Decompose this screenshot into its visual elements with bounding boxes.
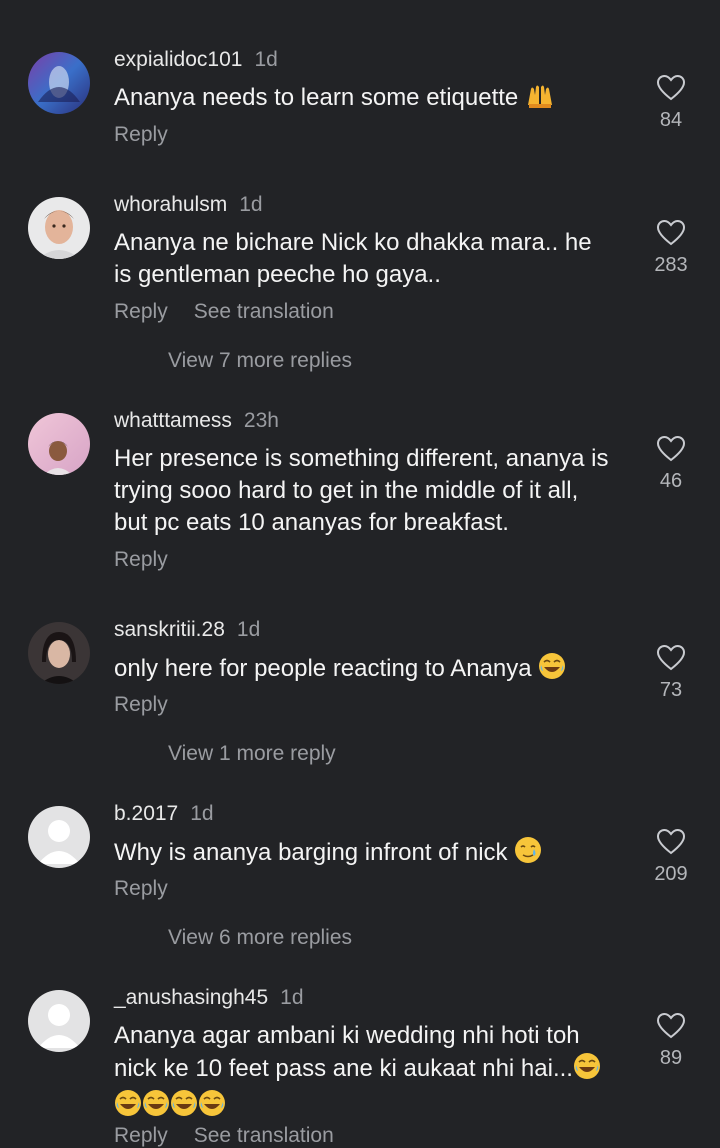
like-count: 84 <box>659 109 683 131</box>
heart-icon <box>656 644 686 671</box>
joy-emoji-icon <box>170 1089 198 1126</box>
username[interactable]: whorahulsm <box>114 193 227 216</box>
heart-icon <box>656 828 686 855</box>
joy-emoji-icon <box>198 1089 226 1126</box>
smiling-tear-emoji-icon <box>514 836 542 873</box>
comment-text: Why is ananya barging infront of nick <box>114 836 614 873</box>
like-button[interactable]: 73 <box>642 644 700 702</box>
comment-text: Her presence is something different, ana… <box>114 445 609 536</box>
see-translation-button[interactable]: See translation <box>194 1124 334 1147</box>
like-button[interactable]: 84 <box>642 74 700 132</box>
reply-button[interactable]: Reply <box>114 123 168 146</box>
joy-emoji-icon <box>142 1089 170 1126</box>
timestamp: 1d <box>239 193 263 216</box>
comment-text: Ananya ne bichare Nick ko dhakka mara.. … <box>114 229 592 288</box>
comment-text: Ananya agar ambani ki wedding nhi hoti t… <box>114 1020 614 1126</box>
avatar[interactable] <box>28 990 90 1052</box>
like-button[interactable]: 209 <box>642 828 700 886</box>
like-count: 283 <box>654 254 688 276</box>
avatar[interactable] <box>28 52 90 114</box>
reply-button[interactable]: Reply <box>114 877 168 900</box>
username[interactable]: _anushasingh45 <box>114 986 268 1009</box>
raised-hands-emoji-icon <box>525 83 555 118</box>
joy-emoji-icon <box>114 1089 142 1126</box>
view-more-replies-button[interactable]: View 1 more reply <box>168 742 336 766</box>
like-button[interactable]: 283 <box>642 219 700 277</box>
username[interactable]: whatttamess <box>114 409 232 432</box>
default-avatar-icon <box>28 990 90 1052</box>
timestamp: 23h <box>243 409 279 432</box>
avatar[interactable] <box>28 622 90 684</box>
timestamp: 1d <box>280 986 304 1009</box>
like-button[interactable]: 89 <box>642 1012 700 1070</box>
like-button[interactable]: 46 <box>642 435 700 493</box>
like-count: 209 <box>654 863 688 885</box>
like-count: 46 <box>659 470 683 492</box>
joy-emoji-icon <box>573 1052 601 1089</box>
reply-button[interactable]: Reply <box>114 548 168 571</box>
timestamp: 1d <box>236 618 261 641</box>
username[interactable]: b.2017 <box>114 802 178 825</box>
heart-icon <box>656 435 686 462</box>
view-more-replies-button[interactable]: View 7 more replies <box>168 349 352 373</box>
see-translation-button[interactable]: See translation <box>194 300 334 323</box>
like-count: 89 <box>659 1047 683 1069</box>
timestamp: 1d <box>254 48 278 71</box>
heart-icon <box>656 1012 686 1039</box>
avatar[interactable] <box>28 413 90 475</box>
reply-button[interactable]: Reply <box>114 1124 168 1147</box>
avatar[interactable] <box>28 806 90 868</box>
avatar[interactable] <box>28 197 90 259</box>
like-count: 73 <box>659 679 683 701</box>
username[interactable]: sanskritii.28 <box>114 618 225 641</box>
comment-text: Ananya needs to learn some etiquette <box>114 82 614 118</box>
username[interactable]: expialidoc101 <box>114 48 242 71</box>
reply-button[interactable]: Reply <box>114 300 168 323</box>
reply-button[interactable]: Reply <box>114 693 168 716</box>
joy-emoji-icon <box>538 652 566 689</box>
view-more-replies-button[interactable]: View 6 more replies <box>168 926 352 950</box>
timestamp: 1d <box>190 802 214 825</box>
heart-icon <box>656 219 686 246</box>
heart-icon <box>656 74 686 101</box>
comment-text: only here for people reacting to Ananya <box>114 652 614 689</box>
default-avatar-icon <box>28 806 90 868</box>
